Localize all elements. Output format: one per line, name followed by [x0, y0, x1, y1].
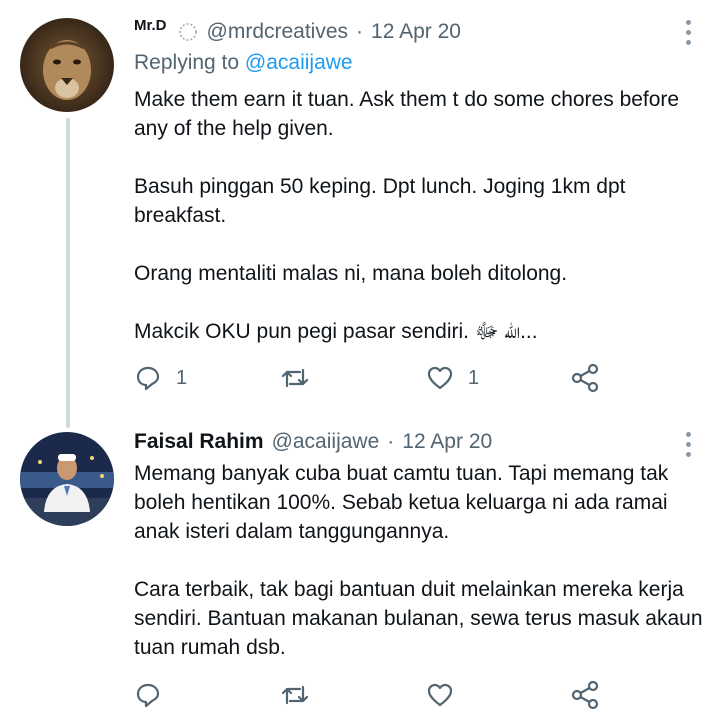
action-bar — [134, 675, 624, 715]
share-icon — [571, 363, 599, 393]
dot — [686, 30, 691, 35]
tweet-header: Mr.D @mrdcreatives · 12 Apr 20 — [134, 15, 461, 49]
lion-avatar-image — [20, 18, 114, 112]
separator-dot: · — [387, 430, 395, 453]
tweet-text: Make them earn it tuan. Ask them t do so… — [134, 85, 704, 346]
tweet-paragraph: Memang banyak cuba buat camtu tuan. Tapi… — [134, 462, 675, 543]
tweet-date[interactable]: 12 Apr 20 — [371, 20, 461, 44]
separator-dot: · — [356, 20, 364, 43]
dot — [686, 442, 691, 447]
reply-button[interactable]: 1 — [134, 358, 187, 398]
tweet-paragraph: Make them earn it tuan. Ask them t do so… — [134, 88, 685, 140]
avatar-lion[interactable] — [20, 18, 114, 112]
more-options-button[interactable] — [686, 20, 694, 45]
speech-bubble-icon — [136, 683, 160, 708]
vertical-dots-icon — [686, 20, 691, 25]
tweet-paragraph: Cara terbaik, tak bagi bantuan duit mela… — [134, 578, 709, 659]
tweet-text: Memang banyak cuba buat camtu tuan. Tapi… — [134, 459, 704, 662]
heart-icon — [427, 683, 453, 707]
tweet-header: Faisal Rahim @acaiijawe · 12 Apr 20 — [134, 425, 492, 459]
like-count: 1 — [468, 366, 480, 389]
vertical-dots-icon — [686, 432, 691, 437]
speech-bubble-icon — [136, 366, 160, 391]
like-button[interactable] — [426, 675, 468, 715]
dot — [686, 40, 691, 45]
display-name[interactable]: Faisal Rahim — [134, 430, 264, 454]
replying-to-handle[interactable]: @acaiijawe — [245, 51, 353, 74]
dot — [686, 452, 691, 457]
handle[interactable]: @acaiijawe — [272, 430, 380, 454]
share-icon — [571, 680, 599, 710]
share-button[interactable] — [570, 675, 600, 715]
tweet-mrd[interactable]: Mr.D @mrdcreatives · 12 Apr 20 Replying … — [0, 0, 720, 410]
handle[interactable]: @mrdcreatives — [207, 20, 349, 44]
retweet-button[interactable] — [280, 358, 324, 398]
person-avatar-image — [20, 432, 114, 526]
retweet-arrows-icon — [281, 685, 309, 705]
tweet-paragraph: Makcik OKU pun pegi pasar sendiri. الله … — [134, 320, 538, 343]
like-button[interactable]: 1 — [426, 358, 479, 398]
more-options-button[interactable] — [686, 432, 694, 457]
retweet-button[interactable] — [280, 675, 324, 715]
tweet-date[interactable]: 12 Apr 20 — [402, 430, 492, 454]
reply-count: 1 — [176, 366, 188, 389]
action-bar: 1 1 — [134, 358, 624, 398]
thread-connector-line — [66, 118, 70, 428]
replying-to: Replying to @acaiijawe — [134, 51, 353, 75]
tweet-paragraph: Basuh pinggan 50 keping. Dpt lunch. Jogi… — [134, 175, 632, 227]
dotted-circle-icon — [177, 21, 199, 43]
retweet-arrows-icon — [281, 368, 309, 388]
tweet-faisal[interactable]: Faisal Rahim @acaiijawe · 12 Apr 20 Mema… — [0, 410, 720, 720]
display-name[interactable]: Mr.D — [134, 17, 167, 34]
share-button[interactable] — [570, 358, 600, 398]
heart-icon — [427, 366, 453, 390]
avatar-faisal[interactable] — [20, 432, 114, 526]
replying-to-prefix: Replying to — [134, 51, 240, 74]
tweet-paragraph: Orang mentaliti malas ni, mana boleh dit… — [134, 262, 568, 285]
reply-button[interactable] — [134, 675, 176, 715]
